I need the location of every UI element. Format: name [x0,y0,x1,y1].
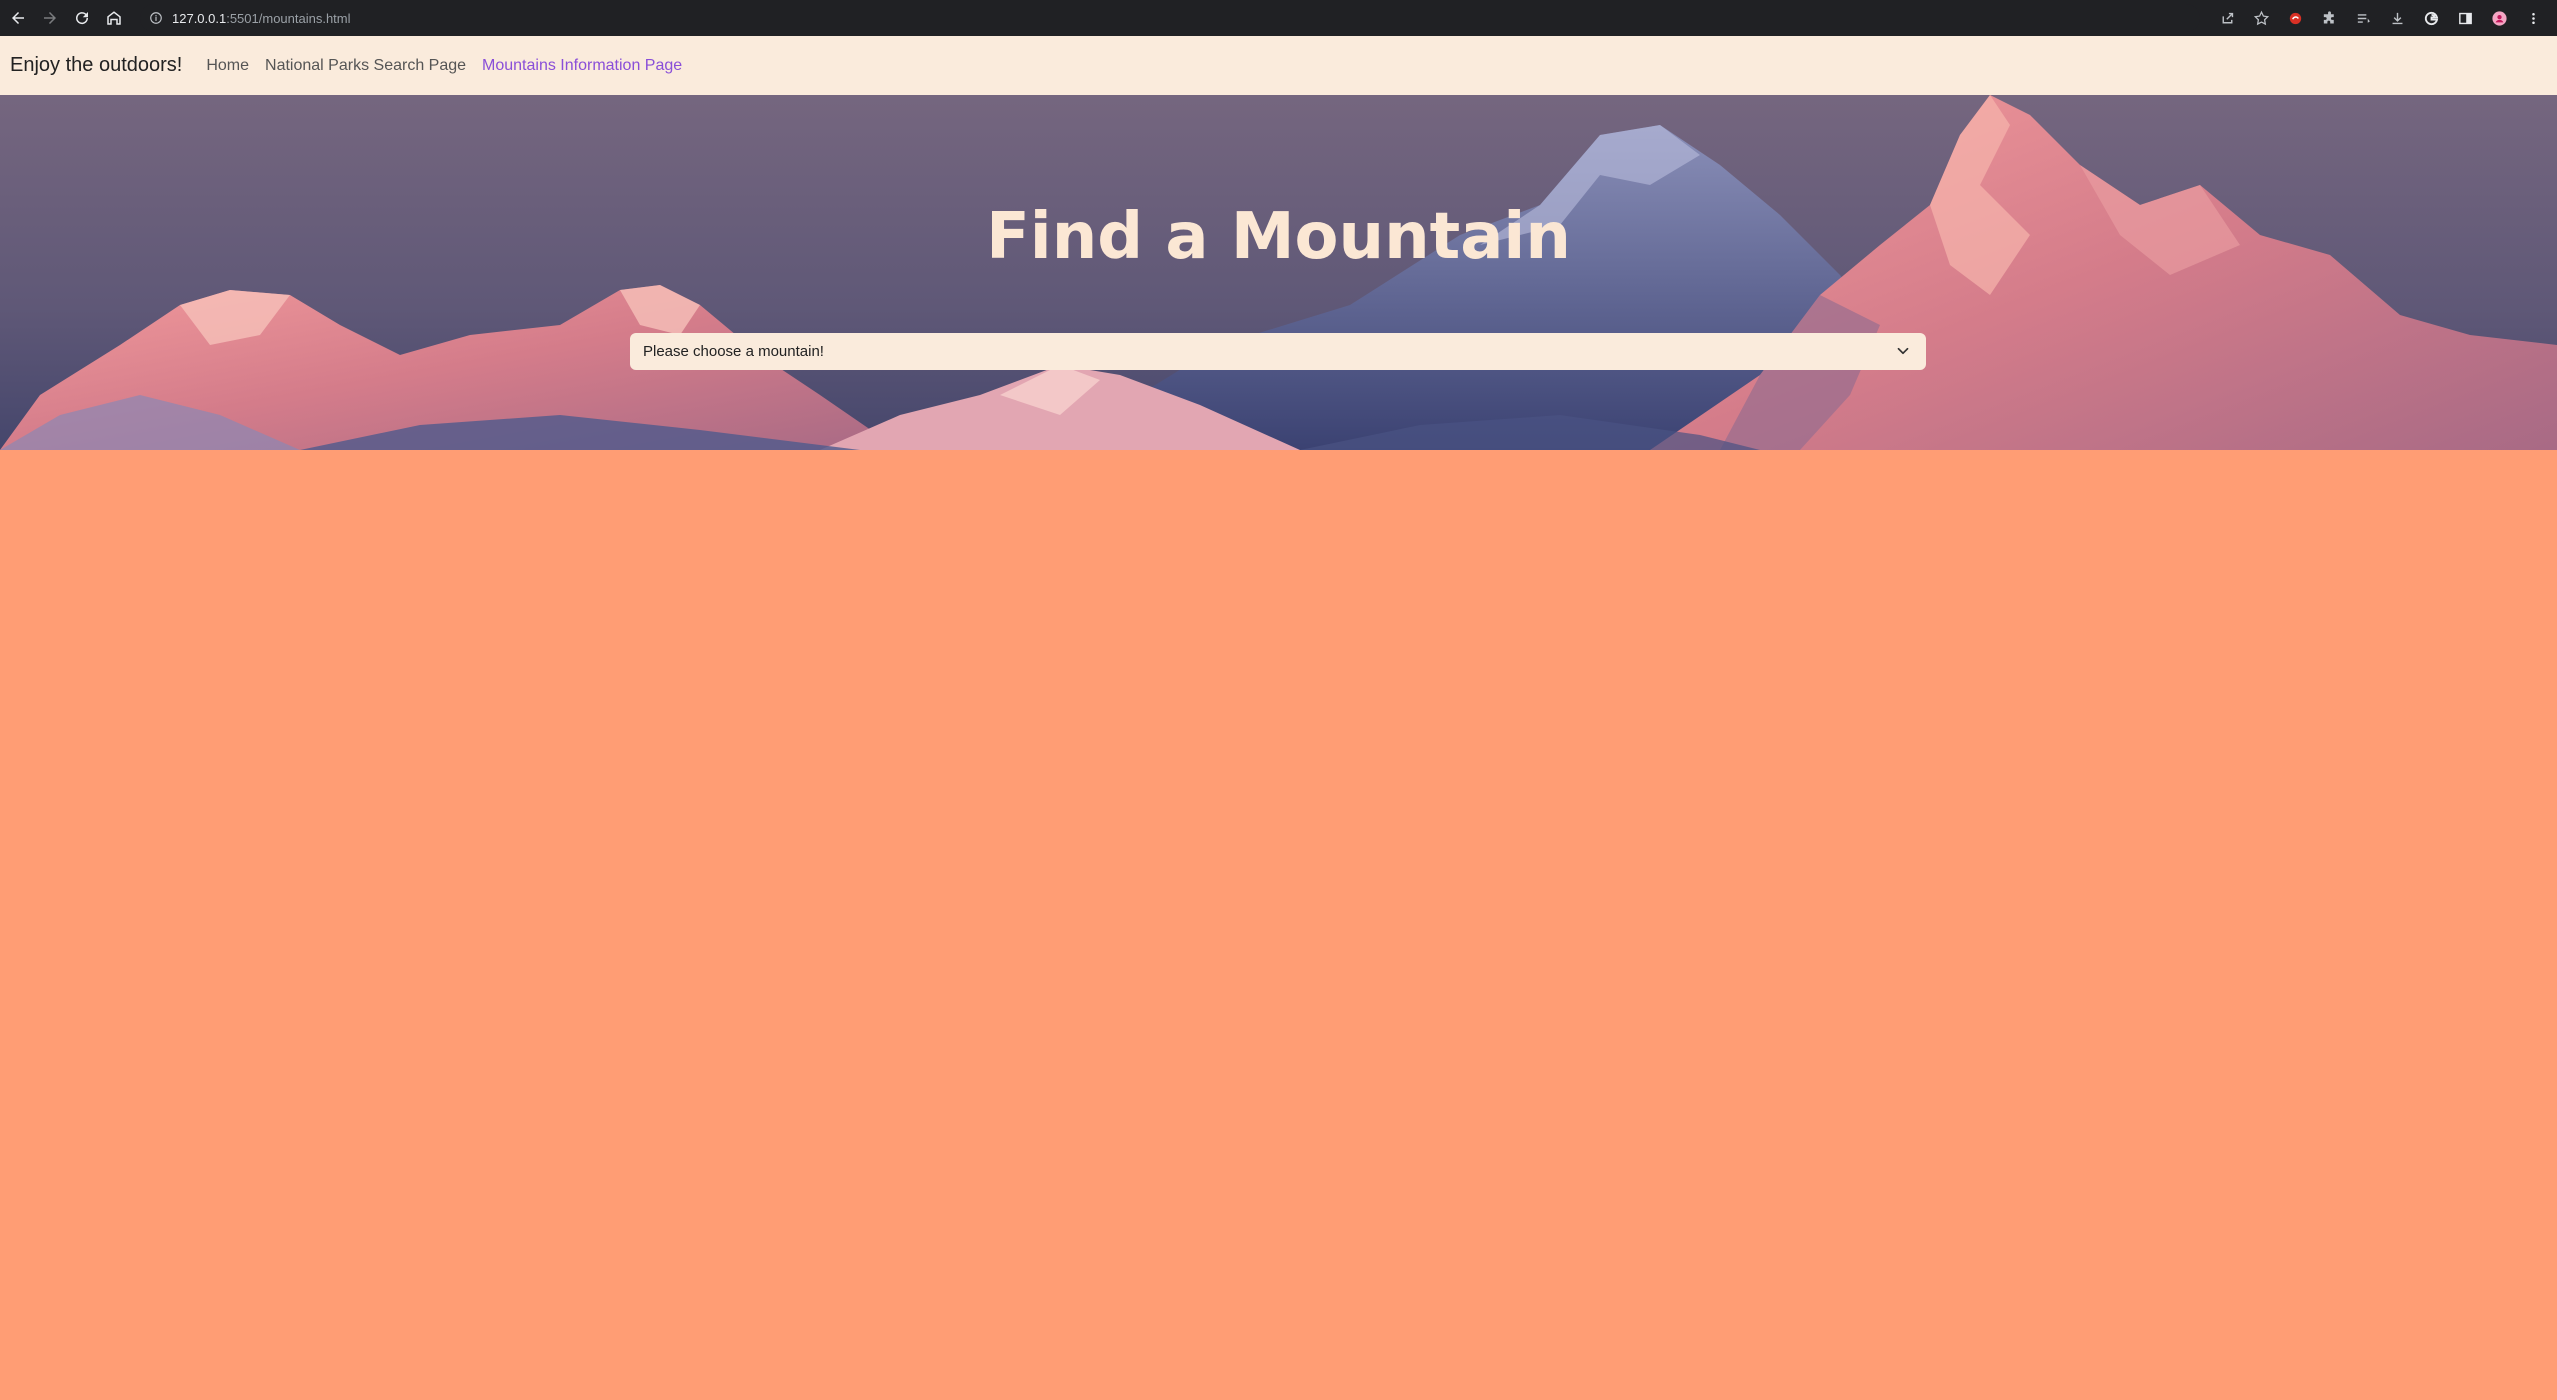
home-icon[interactable] [98,0,130,36]
extensions-puzzle-icon[interactable] [2313,2,2345,34]
nav-link-national-parks[interactable]: National Parks Search Page [265,57,466,75]
page-title: Find a Mountain [986,200,1571,274]
nav-link-mountains[interactable]: Mountains Information Page [482,57,682,75]
share-icon[interactable] [2211,2,2243,34]
address-bar[interactable]: 127.0.0.1:5501/mountains.html [140,4,2200,32]
hero-banner: Find a Mountain Please choose a mountain… [0,95,2557,450]
mountain-select[interactable]: Please choose a mountain! [630,333,1926,370]
forward-icon[interactable] [34,0,66,36]
chevron-down-icon [1897,347,1909,355]
back-icon[interactable] [2,0,34,36]
brand-link[interactable]: Enjoy the outdoors! [10,54,182,77]
reading-list-icon[interactable] [2347,2,2379,34]
mountain-select-value: Please choose a mountain! [643,343,824,360]
google-icon[interactable] [2415,2,2447,34]
info-icon[interactable] [146,8,166,28]
nav-link-home[interactable]: Home [206,57,249,75]
download-icon[interactable] [2381,2,2413,34]
bookmark-star-icon[interactable] [2245,2,2277,34]
profile-avatar-icon[interactable] [2483,2,2515,34]
menu-kebab-icon[interactable] [2517,2,2549,34]
url-path: :5501/mountains.html [226,10,351,26]
browser-actions [2211,0,2557,36]
reload-icon[interactable] [66,0,98,36]
site-navbar: Enjoy the outdoors! Home National Parks … [0,36,2557,95]
side-panel-icon[interactable] [2449,2,2481,34]
browser-toolbar: 127.0.0.1:5501/mountains.html [0,0,2557,36]
page-content [0,450,2557,1400]
extension-red-icon[interactable] [2279,2,2311,34]
url-host: 127.0.0.1 [172,10,227,26]
